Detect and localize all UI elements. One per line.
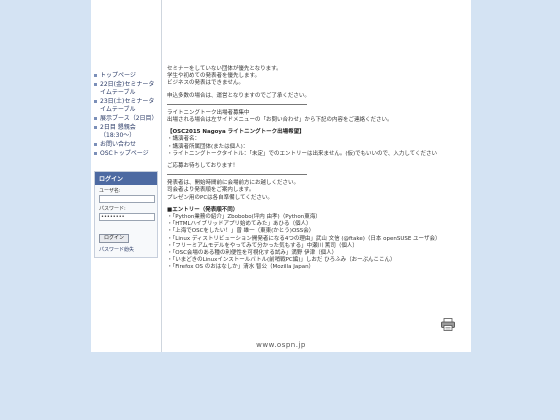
divider	[167, 103, 307, 105]
note-line: 司会者より発表順をご案内します。	[167, 187, 255, 194]
sidebar-item-timetable-day2[interactable]: 23日(土)セミナータイムテーブル	[91, 98, 161, 115]
sidebar-menu: トップページ 22日(金)セミナータイムテーブル 23日(土)セミナータイムテー…	[91, 0, 161, 159]
printer-icon[interactable]	[441, 316, 455, 331]
note-line: プレゼン用のPCは各自準備してください。	[167, 194, 273, 201]
entry-item: ・「Linux ディストリビューション開発者になる4つの理由」武山 文信 (@f…	[167, 235, 441, 242]
footer-domain: www.ospn.jp	[256, 341, 306, 349]
main-content: セミナーをしていない団体が優先となります。 学生や初めての発表者を優先します。 …	[167, 66, 467, 272]
password-input[interactable]: ••••••••	[99, 213, 155, 221]
username-input[interactable]	[99, 195, 155, 203]
form-field: ・講演者名：	[167, 136, 201, 143]
form-field: ・講演者所属団体(または個人)：	[167, 143, 249, 150]
sidebar-item-top[interactable]: トップページ	[91, 72, 161, 81]
lottery-note: 申込多数の場合は、運営となりますのでご了承ください。	[167, 92, 310, 99]
page-container: トップページ 22日(金)セミナータイムテーブル 23日(土)セミナータイムテー…	[91, 0, 471, 352]
password-label: パスワード:	[99, 206, 126, 212]
sidebar-item-party[interactable]: 2日目 懇親会（18:30〜）	[91, 124, 161, 141]
entry-item: ・「上海でOSCをしたい！」曾 雄一（東東(かとう)OSS会）	[167, 228, 315, 235]
sidebar-item-timetable-day1[interactable]: 22日(金)セミナータイムテーブル	[91, 81, 161, 98]
entry-item: ・「Firefox OS のおはなしか」清水 智公（Mozilla Japan）	[167, 264, 315, 271]
entry-title: ■エントリー（発表順不同）	[167, 206, 239, 213]
forgot-password-link[interactable]: パスワード紛失	[99, 246, 153, 253]
login-button[interactable]: ログイン	[99, 234, 130, 243]
recruit-line: 出場される場合は左サイドメニューの「お問い合わせ」から下記の内容をご連絡ください…	[167, 117, 393, 124]
sidebar-item-contact[interactable]: お問い合わせ	[91, 141, 161, 150]
login-title: ログイン	[95, 172, 157, 185]
entry-item: ・「フリーミアムモデルをやってみて分かった気もする」中瀬川 篤司（個人）	[167, 242, 358, 249]
form-field: ・ライトニングトークタイトル：「未定」でのエントリーは出来ません。(仮)でもいい…	[167, 150, 438, 157]
sidebar-item-osc-top[interactable]: OSCトップページ	[91, 150, 161, 159]
username-label: ユーザ名:	[99, 188, 121, 194]
form-title: 【OSC2015 Nagoya ライトニングトーク出場希望】	[167, 129, 305, 136]
login-box: ログイン ユーザ名: パスワード: •••••••• ログイン パスワード紛失	[94, 171, 158, 258]
login-body: ユーザ名: パスワード: •••••••• ログイン パスワード紛失	[95, 185, 157, 257]
sidebar: トップページ 22日(金)セミナータイムテーブル 23日(土)セミナータイムテー…	[91, 0, 162, 352]
divider	[167, 174, 307, 176]
recruit-line: ライトニングトーク出場者募集中	[167, 109, 250, 116]
intro-line: ビジネスの発表はできません。	[167, 80, 244, 87]
waiting-message: ご応募お待ちしております！	[167, 163, 239, 170]
sidebar-item-booths[interactable]: 展示ブース（2日目）	[91, 115, 161, 124]
